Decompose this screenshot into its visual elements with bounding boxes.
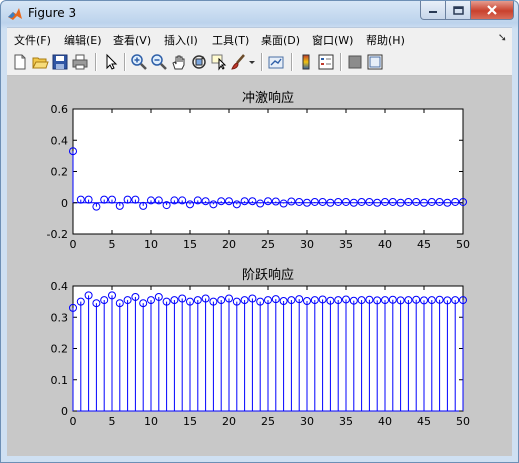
y-tick-label: 0.4 bbox=[51, 280, 69, 293]
maximize-button[interactable] bbox=[446, 1, 471, 20]
plot-area[interactable] bbox=[72, 108, 464, 235]
y-tick-label: 0.6 bbox=[51, 103, 69, 116]
zoom-in-icon[interactable] bbox=[130, 53, 148, 71]
new-figure-icon[interactable] bbox=[11, 53, 29, 71]
matlab-logo-icon bbox=[8, 8, 22, 20]
x-tick-label: 20 bbox=[222, 238, 236, 251]
menu-insert[interactable]: 插入(I) bbox=[164, 32, 198, 48]
hide-plot-tools-icon[interactable] bbox=[346, 53, 364, 71]
link-plot-icon[interactable] bbox=[267, 53, 285, 71]
save-icon[interactable] bbox=[51, 53, 69, 71]
x-tick-label: 50 bbox=[456, 238, 470, 251]
data-cursor-icon[interactable] bbox=[210, 53, 228, 71]
toolbar-separator bbox=[261, 53, 263, 71]
window-title: Figure 3 bbox=[28, 6, 77, 20]
x-tick-label: 40 bbox=[378, 238, 392, 251]
rotate-3d-icon[interactable] bbox=[190, 53, 208, 71]
y-tick-label: -0.2 bbox=[47, 228, 68, 241]
x-tick-label: 35 bbox=[339, 415, 353, 428]
x-tick-label: 35 bbox=[339, 238, 353, 251]
title-bar[interactable]: Figure 3 bbox=[1, 1, 518, 27]
x-tick-label: 5 bbox=[109, 238, 116, 251]
menu-desktop[interactable]: 桌面(D) bbox=[261, 32, 300, 48]
brush-dropdown-icon[interactable] bbox=[248, 53, 256, 71]
x-tick-label: 10 bbox=[144, 415, 158, 428]
close-icon bbox=[487, 5, 497, 15]
edit-plot-icon[interactable] bbox=[102, 53, 120, 71]
x-tick-label: 20 bbox=[222, 415, 236, 428]
x-tick-label: 15 bbox=[183, 415, 197, 428]
y-tick-label: 0.2 bbox=[51, 166, 69, 179]
x-tick-label: 0 bbox=[70, 238, 77, 251]
x-tick-label: 0 bbox=[70, 415, 77, 428]
insert-legend-icon[interactable] bbox=[317, 53, 335, 71]
y-tick-label: 0 bbox=[61, 405, 68, 418]
x-tick-label: 30 bbox=[300, 238, 314, 251]
chart-2: 阶跃响应 0 5 10 15 20 25 30 35 40 45 50 0 0.1 0.2 0.3 0.4 bbox=[51, 267, 471, 428]
x-tick-label: 15 bbox=[183, 238, 197, 251]
y-tick-label: 0.1 bbox=[51, 374, 69, 387]
minimize-icon bbox=[429, 11, 437, 13]
x-tick-label: 10 bbox=[144, 238, 158, 251]
menu-bar: 文件(F) 编辑(E) 查看(V) 插入(I) 工具(T) 桌面(D) 窗口(W… bbox=[7, 27, 512, 50]
dock-arrow-icon[interactable]: ➘ bbox=[498, 31, 507, 44]
toolbar bbox=[7, 49, 512, 76]
chart-title: 阶跃响应 bbox=[242, 267, 294, 283]
figure-plot-svg: 冲激响应0 5 10 15 20 25 30 35 40 45 50-0.200.20.40.6阶跃… bbox=[47, 90, 471, 428]
chart-1: 冲激响应0 5 10 15 20 25 30 35 40 45 50-0.200.20.40.6 bbox=[47, 90, 470, 251]
x-tick-label: 25 bbox=[261, 415, 275, 428]
x-tick-label: 40 bbox=[378, 415, 392, 428]
x-tick-label: 45 bbox=[417, 415, 431, 428]
y-tick-label: 0.2 bbox=[51, 343, 69, 356]
close-button[interactable] bbox=[471, 1, 514, 20]
menu-window[interactable]: 窗口(W) bbox=[312, 32, 353, 48]
x-tick-label: 50 bbox=[456, 415, 470, 428]
open-file-icon[interactable] bbox=[31, 53, 49, 71]
menu-file[interactable]: 文件(F) bbox=[14, 32, 51, 48]
toolbar-separator bbox=[291, 53, 293, 71]
chart-title: 冲激响应 bbox=[242, 90, 294, 106]
menu-tools[interactable]: 工具(T) bbox=[212, 32, 249, 48]
toolbar-separator bbox=[124, 53, 126, 71]
figure-canvas: 冲激响应 0 5 10 15 20 25 30 35 40 45 50 -0.2 0 0.2 0.4 0.6 阶跃… bbox=[7, 76, 512, 456]
menu-help[interactable]: 帮助(H) bbox=[366, 32, 405, 48]
y-tick-label: 0.3 bbox=[51, 311, 69, 324]
menu-edit[interactable]: 编辑(E) bbox=[64, 32, 102, 48]
print-icon[interactable] bbox=[71, 53, 89, 71]
y-tick-label: 0 bbox=[61, 197, 68, 210]
toolbar-separator bbox=[95, 53, 97, 71]
x-tick-label: 5 bbox=[109, 415, 116, 428]
pan-icon[interactable] bbox=[170, 53, 188, 71]
figure-window: Figure 3 文件(F) 编辑(E) 查看(V) 插入(I) 工具(T) 桌… bbox=[0, 0, 519, 463]
brush-icon[interactable] bbox=[230, 53, 248, 71]
minimize-button[interactable] bbox=[420, 1, 446, 20]
toolbar-separator bbox=[340, 53, 342, 71]
maximize-icon bbox=[452, 5, 464, 15]
insert-colorbar-icon[interactable] bbox=[297, 53, 315, 71]
x-tick-label: 25 bbox=[261, 238, 275, 251]
y-tick-label: 0.4 bbox=[51, 134, 69, 147]
zoom-out-icon[interactable] bbox=[150, 53, 168, 71]
x-tick-label: 30 bbox=[300, 415, 314, 428]
show-plot-tools-icon[interactable] bbox=[366, 53, 384, 71]
menu-view[interactable]: 查看(V) bbox=[113, 32, 151, 48]
x-tick-label: 45 bbox=[417, 238, 431, 251]
